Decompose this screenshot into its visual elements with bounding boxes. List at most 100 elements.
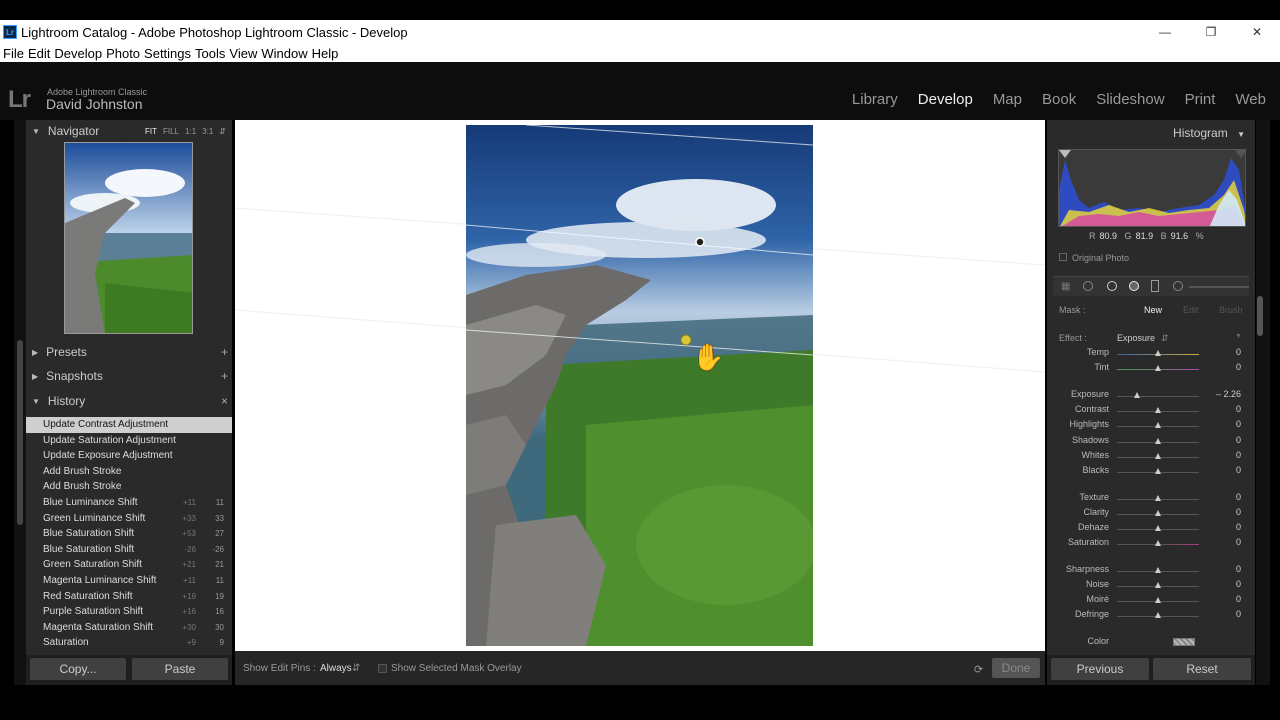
menu-view[interactable]: View	[229, 46, 257, 61]
mask-brush[interactable]: Brush	[1219, 305, 1243, 315]
collapse-triangle-icon[interactable]: ▼	[1235, 333, 1242, 340]
slider-whites[interactable]: Whites 0	[1047, 450, 1255, 465]
photo[interactable]	[466, 125, 813, 646]
slider-knob[interactable]	[1155, 468, 1161, 474]
history-item[interactable]: Add Brush Stroke	[26, 464, 232, 480]
slider-knob[interactable]	[1155, 495, 1161, 501]
slider-highlights[interactable]: Highlights 0	[1047, 419, 1255, 434]
show-edit-pins-select[interactable]: Always	[320, 663, 352, 674]
dropdown-arrow-icon[interactable]: ⇵	[1161, 333, 1169, 344]
history-item[interactable]: Add Brush Stroke	[26, 479, 232, 495]
history-item[interactable]: Magenta Luminance Shift +11 11	[26, 573, 232, 589]
history-item[interactable]: Blue Saturation Shift +53 27	[26, 526, 232, 542]
graduated-filter-icon[interactable]	[1129, 281, 1139, 291]
dropdown-arrow-icon[interactable]: ⇵	[352, 663, 360, 674]
spot-removal-icon[interactable]	[1083, 281, 1093, 291]
menu-develop[interactable]: Develop	[54, 46, 102, 61]
history-header[interactable]: ▼ History ×	[26, 390, 232, 412]
image-canvas[interactable]: ✋	[235, 120, 1045, 651]
module-book[interactable]: Book	[1042, 91, 1076, 108]
menu-photo[interactable]: Photo	[106, 46, 140, 61]
slider-knob[interactable]	[1155, 407, 1161, 413]
menu-edit[interactable]: Edit	[28, 46, 50, 61]
add-snapshot-icon[interactable]: +	[221, 369, 228, 383]
history-item[interactable]: Blue Saturation Shift -26 -26	[26, 542, 232, 558]
paste-button[interactable]: Paste	[132, 658, 228, 680]
nav-fill[interactable]: FILL	[163, 127, 179, 136]
histogram-header[interactable]: Histogram ▼	[1173, 126, 1245, 140]
minimize-icon[interactable]: —	[1142, 20, 1188, 44]
history-item[interactable]: Green Luminance Shift +33 33	[26, 511, 232, 527]
mask-new[interactable]: New	[1144, 305, 1162, 315]
right-panel-toggle[interactable]	[1256, 120, 1270, 685]
slider-noise[interactable]: Noise 0	[1047, 579, 1255, 594]
slider-tint[interactable]: Tint 0	[1047, 362, 1255, 377]
presets-header[interactable]: ▶ Presets +	[26, 341, 232, 363]
slider-knob[interactable]	[1155, 365, 1161, 371]
slider-knob[interactable]	[1155, 612, 1161, 618]
slider-knob[interactable]	[1155, 438, 1161, 444]
slider-knob[interactable]	[1155, 597, 1161, 603]
slider-exposure[interactable]: Exposure – 2.26	[1047, 389, 1255, 404]
red-eye-icon[interactable]	[1107, 281, 1117, 291]
adjustment-brush-icon[interactable]	[1173, 281, 1183, 291]
menu-tools[interactable]: Tools	[195, 46, 225, 61]
history-item[interactable]: Update Exposure Adjustment	[26, 448, 232, 464]
slider-knob[interactable]	[1155, 540, 1161, 546]
slider-blacks[interactable]: Blacks 0	[1047, 465, 1255, 480]
nav-zoom-arrow-icon[interactable]: ⇵	[219, 127, 226, 136]
slider-shadows[interactable]: Shadows 0	[1047, 435, 1255, 450]
history-item[interactable]: Update Contrast Adjustment	[26, 417, 232, 433]
slider-moire[interactable]: Moiré 0	[1047, 594, 1255, 609]
show-mask-overlay-label[interactable]: Show Selected Mask Overlay	[391, 663, 522, 674]
navigator-preview[interactable]	[64, 142, 193, 334]
nav-fit[interactable]: FIT	[145, 127, 157, 136]
slider-defringe[interactable]: Defringe 0	[1047, 609, 1255, 624]
previous-button[interactable]: Previous	[1051, 658, 1149, 680]
menu-settings[interactable]: Settings	[144, 46, 191, 61]
histogram-graph[interactable]	[1058, 149, 1246, 227]
snapshots-header[interactable]: ▶ Snapshots +	[26, 365, 232, 387]
history-item[interactable]: Blue Luminance Shift +11 11	[26, 495, 232, 511]
mask-edit[interactable]: Edit	[1183, 305, 1199, 315]
close-icon[interactable]: ✕	[1234, 20, 1280, 44]
done-button[interactable]: Done	[992, 658, 1040, 678]
slider-knob[interactable]	[1155, 510, 1161, 516]
color-swatch[interactable]	[1173, 638, 1195, 646]
module-web[interactable]: Web	[1235, 91, 1266, 108]
nav-1-1[interactable]: 1:1	[185, 127, 196, 136]
slider-contrast[interactable]: Contrast 0	[1047, 404, 1255, 419]
slider-knob[interactable]	[1155, 567, 1161, 573]
slider-texture[interactable]: Texture 0	[1047, 492, 1255, 507]
module-library[interactable]: Library	[852, 91, 898, 108]
add-preset-icon[interactable]: +	[221, 345, 228, 359]
left-scrollbar[interactable]	[17, 340, 23, 525]
menu-help[interactable]: Help	[312, 46, 339, 61]
radial-filter-icon[interactable]	[1151, 280, 1159, 292]
slider-knob[interactable]	[1155, 582, 1161, 588]
slider-saturation[interactable]: Saturation 0	[1047, 537, 1255, 552]
reset-button[interactable]: Reset	[1153, 658, 1251, 680]
slider-knob[interactable]	[1155, 350, 1161, 356]
module-develop[interactable]: Develop	[918, 91, 973, 108]
slider-sharpness[interactable]: Sharpness 0	[1047, 564, 1255, 579]
history-item[interactable]: Red Saturation Shift +19 19	[26, 589, 232, 605]
history-item[interactable]: Magenta Saturation Shift +30 30	[26, 620, 232, 636]
slider-knob[interactable]	[1155, 525, 1161, 531]
slider-temp[interactable]: Temp 0	[1047, 347, 1255, 362]
copy-button[interactable]: Copy...	[30, 658, 126, 680]
clear-history-icon[interactable]: ×	[221, 394, 228, 408]
navigator-header[interactable]: ▼ Navigator FIT FILL 1:1 3:1 ⇵	[26, 120, 232, 142]
slider-knob[interactable]	[1155, 422, 1161, 428]
slider-knob[interactable]	[1155, 453, 1161, 459]
slider-clarity[interactable]: Clarity 0	[1047, 507, 1255, 522]
module-map[interactable]: Map	[993, 91, 1022, 108]
overlay-checkbox[interactable]	[378, 664, 387, 673]
module-print[interactable]: Print	[1185, 91, 1216, 108]
menu-window[interactable]: Window	[261, 46, 307, 61]
crop-overlay-icon[interactable]: ▦	[1061, 281, 1070, 292]
range-slider-icon[interactable]	[1189, 286, 1249, 288]
slider-knob[interactable]	[1133, 392, 1140, 398]
history-item[interactable]: Saturation +9 9	[26, 635, 232, 651]
nav-3-1[interactable]: 3:1	[202, 127, 213, 136]
